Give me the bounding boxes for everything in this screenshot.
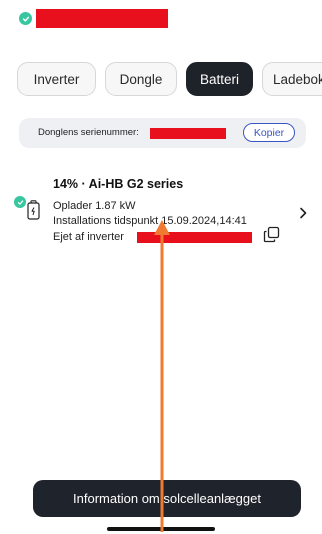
tab-ladeboks[interactable]: Ladebok xyxy=(262,62,322,96)
dongle-serial-card: Donglens serienummer: Kopier xyxy=(19,118,306,148)
solar-info-button[interactable]: Information om solcelleanlægget xyxy=(33,480,301,517)
status-check-icon xyxy=(19,12,32,25)
serial-label: Donglens serienummer: xyxy=(38,127,139,138)
chevron-right-icon[interactable] xyxy=(298,206,308,220)
home-indicator xyxy=(107,527,215,531)
tab-bar: Inverter Dongle Batteri Ladebok xyxy=(17,62,322,96)
charge-status: Oplader 1.87 kW xyxy=(53,200,136,212)
redacted-serial xyxy=(150,128,226,139)
redacted-title xyxy=(36,9,168,28)
install-time: Installations tidspunkt 15.09.2024,14:41 xyxy=(53,215,247,227)
redacted-owner xyxy=(137,232,252,243)
owner-label: Ejet af inverter xyxy=(53,231,124,243)
tab-dongle[interactable]: Dongle xyxy=(105,62,177,96)
check-icon xyxy=(14,196,26,208)
device-title: 14% · Ai-HB G2 series xyxy=(53,177,184,191)
tab-inverter[interactable]: Inverter xyxy=(17,62,96,96)
copy-button[interactable]: Kopier xyxy=(243,123,295,142)
battery-device-row[interactable]: 14% · Ai-HB G2 series Oplader 1.87 kW In… xyxy=(0,170,322,260)
copy-icon[interactable] xyxy=(263,226,280,243)
tab-batteri[interactable]: Batteri xyxy=(186,62,253,96)
battery-icon xyxy=(27,200,40,220)
